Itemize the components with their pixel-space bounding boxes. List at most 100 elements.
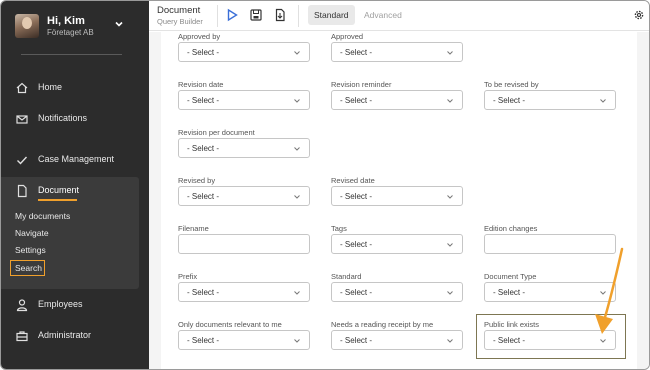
toolbar-divider xyxy=(298,5,299,27)
select-value: - Select - xyxy=(187,96,220,105)
sidebar-item-label: Employees xyxy=(38,299,83,309)
user-company: Företaget AB xyxy=(47,28,94,37)
tab-standard[interactable]: Standard xyxy=(308,5,355,25)
play-icon[interactable] xyxy=(225,8,239,22)
chevron-down-icon xyxy=(447,99,453,103)
select-value: - Select - xyxy=(340,336,373,345)
select-value: - Select - xyxy=(493,288,526,297)
field-label: Only documents relevant to me xyxy=(178,320,282,329)
toolbar-divider xyxy=(217,5,218,27)
check-icon xyxy=(17,156,28,165)
briefcase-icon xyxy=(16,331,28,342)
field-label: Filename xyxy=(178,224,209,233)
chevron-down-icon xyxy=(447,339,453,343)
avatar xyxy=(15,14,39,38)
select-value: - Select - xyxy=(187,336,220,345)
sidebar-subitem-settings[interactable]: Settings xyxy=(15,245,46,255)
reading-receipt-select[interactable]: - Select - xyxy=(331,330,463,350)
revision-reminder-select[interactable]: - Select - xyxy=(331,90,463,110)
page-subtitle: Query Builder xyxy=(157,17,203,26)
field-label: To be revised by xyxy=(484,80,539,89)
file-icon xyxy=(17,184,27,198)
select-value: - Select - xyxy=(187,192,220,201)
field-label: Revision per document xyxy=(178,128,255,137)
app-window: Hi, Kim Företaget AB Home Notifications … xyxy=(0,0,650,370)
sidebar-subitem-my-documents[interactable]: My documents xyxy=(15,211,70,221)
tags-select[interactable]: - Select - xyxy=(331,234,463,254)
chevron-down-icon xyxy=(294,147,300,151)
sidebar-item-notifications[interactable]: Notifications xyxy=(1,108,149,130)
field-label: Prefix xyxy=(178,272,198,281)
sidebar-item-home[interactable]: Home xyxy=(1,77,149,99)
select-value: - Select - xyxy=(493,96,526,105)
field-label: Standard xyxy=(331,272,362,281)
field-label: Revision date xyxy=(178,80,224,89)
gear-icon[interactable] xyxy=(633,9,645,21)
sidebar-divider xyxy=(21,54,122,55)
field-label: Document Type xyxy=(484,272,537,281)
only-relevant-select[interactable]: - Select - xyxy=(178,330,310,350)
sidebar-item-label: Case Management xyxy=(38,154,115,164)
envelope-icon xyxy=(16,115,28,124)
user-menu[interactable]: Hi, Kim Företaget AB xyxy=(15,14,137,40)
search-highlight-box xyxy=(10,260,45,276)
field-label: Tags xyxy=(331,224,347,233)
arrow-annotation-icon xyxy=(595,247,624,334)
select-value: - Select - xyxy=(187,288,220,297)
select-value: - Select - xyxy=(187,144,220,153)
select-value: - Select - xyxy=(187,48,220,57)
revision-per-document-select[interactable]: - Select - xyxy=(178,138,310,158)
chevron-down-icon xyxy=(447,195,453,199)
field-label: Approved xyxy=(331,32,364,41)
export-icon[interactable] xyxy=(273,8,287,22)
revision-date-select[interactable]: - Select - xyxy=(178,90,310,110)
revised-date-select[interactable]: - Select - xyxy=(331,186,463,206)
chevron-down-icon[interactable] xyxy=(113,18,125,30)
chevron-down-icon xyxy=(447,291,453,295)
person-icon xyxy=(16,299,28,312)
field-label: Approved by xyxy=(178,32,221,41)
filename-input[interactable] xyxy=(178,234,310,254)
home-icon xyxy=(16,82,28,94)
select-value: - Select - xyxy=(340,288,373,297)
sidebar: Hi, Kim Företaget AB Home Notifications … xyxy=(1,1,149,369)
chevron-down-icon xyxy=(600,99,606,103)
field-label: Revision reminder xyxy=(331,80,392,89)
to-be-revised-by-select[interactable]: - Select - xyxy=(484,90,616,110)
sidebar-item-employees[interactable]: Employees xyxy=(1,294,149,316)
sidebar-item-label: Administrator xyxy=(38,330,92,340)
chevron-down-icon xyxy=(447,51,453,55)
query-builder-toolbar: Document Query Builder Standard Advanced xyxy=(149,1,649,31)
field-label: Revised by xyxy=(178,176,216,185)
select-value: - Select - xyxy=(340,48,373,57)
select-value: - Select - xyxy=(340,96,373,105)
sidebar-item-document[interactable]: Document xyxy=(1,180,149,202)
page-title: Document xyxy=(157,5,201,16)
sidebar-subitem-navigate[interactable]: Navigate xyxy=(15,228,49,238)
sidebar-item-label: Home xyxy=(38,82,63,92)
save-icon[interactable] xyxy=(249,8,263,22)
approved-select[interactable]: - Select - xyxy=(331,42,463,62)
sidebar-item-label: Document xyxy=(38,185,80,195)
field-label: Needs a reading receipt by me xyxy=(331,320,434,329)
chevron-down-icon xyxy=(294,291,300,295)
active-underline xyxy=(38,199,77,201)
sidebar-item-case-management[interactable]: Case Management xyxy=(1,149,149,171)
approved-by-select[interactable]: - Select - xyxy=(178,42,310,62)
user-greeting: Hi, Kim xyxy=(47,15,85,27)
chevron-down-icon xyxy=(294,99,300,103)
chevron-down-icon xyxy=(294,51,300,55)
field-label: Revised date xyxy=(331,176,375,185)
sidebar-item-administrator[interactable]: Administrator xyxy=(1,325,149,347)
field-label: Edition changes xyxy=(484,224,538,233)
prefix-select[interactable]: - Select - xyxy=(178,282,310,302)
select-value: - Select - xyxy=(340,240,373,249)
standard-select[interactable]: - Select - xyxy=(331,282,463,302)
tab-advanced[interactable]: Advanced xyxy=(358,5,408,25)
revised-by-select[interactable]: - Select - xyxy=(178,186,310,206)
select-value: - Select - xyxy=(340,192,373,201)
sidebar-item-label: Notifications xyxy=(38,113,88,123)
chevron-down-icon xyxy=(294,339,300,343)
chevron-down-icon xyxy=(294,195,300,199)
chevron-down-icon xyxy=(447,243,453,247)
